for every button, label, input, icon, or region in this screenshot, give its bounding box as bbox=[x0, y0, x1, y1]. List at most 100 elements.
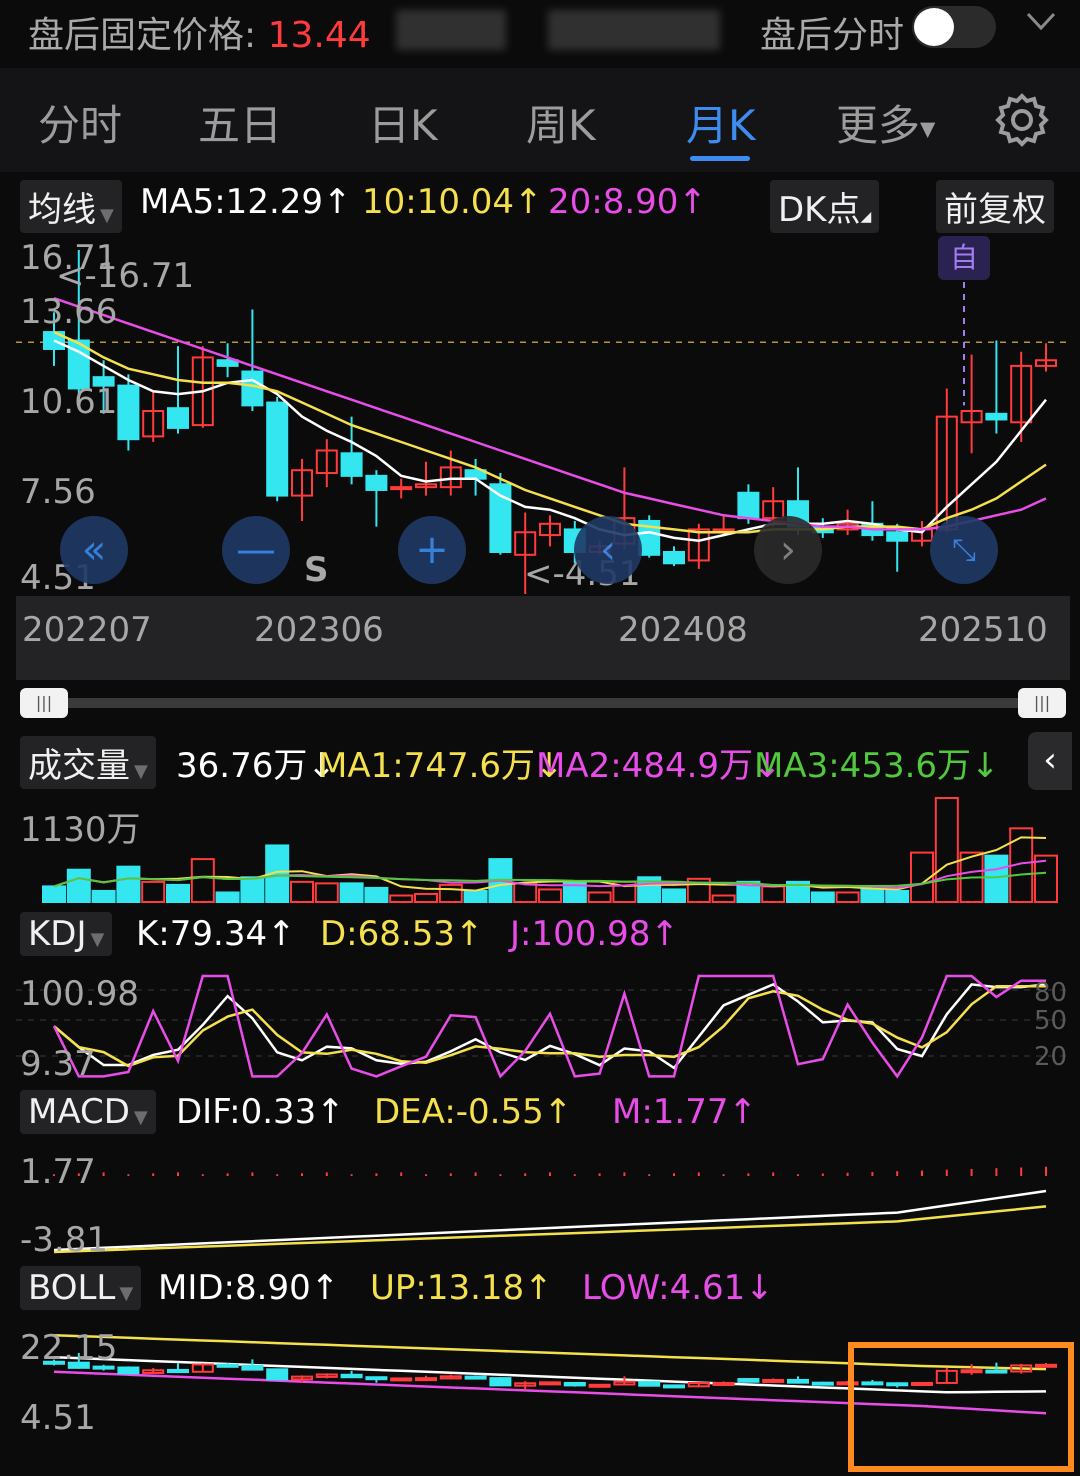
dk-point-button[interactable]: DK点◢ bbox=[770, 180, 880, 233]
gear-icon[interactable] bbox=[994, 92, 1050, 148]
volume-chart[interactable] bbox=[16, 794, 1070, 904]
kdj-selector[interactable]: KDJ ▼ bbox=[20, 912, 113, 956]
forward-adjust-button[interactable]: 前复权 bbox=[936, 180, 1054, 233]
volume-bar bbox=[190, 858, 215, 903]
time-axis bbox=[16, 596, 1070, 680]
toggle-knob bbox=[914, 8, 954, 46]
period-tabs: 分时 五日 日K 周K 月K 更多▼ bbox=[0, 68, 1080, 172]
left-scroll-handle[interactable]: ||| bbox=[20, 688, 68, 718]
boll-candle-body bbox=[365, 1376, 388, 1381]
volume-panel[interactable]: 1130万 bbox=[16, 794, 1070, 904]
boll-selector[interactable]: BOLL ▼ bbox=[20, 1266, 142, 1310]
boll-candle-body bbox=[340, 1373, 363, 1379]
boll-candle-body bbox=[390, 1377, 413, 1382]
boll-candle-body bbox=[712, 1381, 735, 1386]
candle-body bbox=[167, 407, 189, 429]
volume-bar bbox=[240, 876, 265, 904]
self-select-marker[interactable]: 自 bbox=[938, 236, 990, 280]
caret-down-icon: ▼ bbox=[90, 929, 105, 950]
macd-selector[interactable]: MACD ▼ bbox=[20, 1090, 156, 1134]
blurred-region bbox=[548, 10, 720, 50]
y-tick-label: 13.66 bbox=[20, 292, 118, 332]
corner-triangle-icon: ◢ bbox=[860, 209, 872, 225]
volume-ma1-line bbox=[53, 836, 1047, 892]
ma-selector[interactable]: 均线 ▼ bbox=[20, 180, 122, 233]
boll-candle-body bbox=[787, 1378, 809, 1384]
volume-ma2-text: MA2:484.9万 bbox=[536, 746, 754, 786]
boll-mid-text: MID:8.90 bbox=[158, 1268, 311, 1308]
tab-five-day[interactable]: 五日 bbox=[198, 92, 282, 153]
y-tick-label: 22.15 bbox=[20, 1328, 118, 1368]
y-tick-label: 10.61 bbox=[20, 382, 118, 422]
candle-body bbox=[737, 491, 760, 520]
kline-panel[interactable]: 16.71 13.66 10.61 7.56 4.51 <-16.71 <-4.… bbox=[16, 236, 1070, 680]
volume-value-text: 36.76万 bbox=[176, 746, 308, 786]
volume-bar bbox=[314, 882, 339, 904]
kdj-j: J:100.98↑ bbox=[510, 914, 679, 954]
volume-bar bbox=[761, 885, 786, 904]
macd-selector-label: MACD bbox=[28, 1092, 130, 1132]
y-tick-label: 1130万 bbox=[20, 810, 141, 850]
ma-header: 均线 ▼ MA5:12.29↑ 10:10.04↑ 20:8.90↑ DK点◢ 前… bbox=[0, 176, 1080, 234]
candle-body bbox=[340, 452, 363, 477]
zoom-out-icon[interactable]: — bbox=[222, 516, 290, 584]
sell-signal-marker: S bbox=[304, 550, 329, 590]
after-hours-price-value: 13.44 bbox=[267, 15, 371, 56]
x-tick-label: 202207 bbox=[22, 610, 152, 650]
prev-icon[interactable]: ‹ bbox=[574, 516, 642, 584]
tab-daily-k[interactable]: 日K bbox=[368, 92, 438, 153]
kdj-chart[interactable] bbox=[16, 968, 1070, 1082]
tab-more[interactable]: 更多▼ bbox=[836, 92, 935, 153]
level-label: 80 bbox=[1034, 978, 1068, 1008]
range-scrollbar[interactable]: ||| ||| bbox=[20, 686, 1068, 720]
expand-icon[interactable]: ⤡ bbox=[930, 516, 998, 584]
boll-candle-body bbox=[464, 1375, 487, 1380]
tab-weekly-k[interactable]: 周K bbox=[526, 92, 596, 153]
volume-bar bbox=[463, 889, 488, 903]
volume-header: 成交量 ▼ 36.76万↓ MA1:747.6万↓ MA2:484.9万↓ MA3… bbox=[0, 732, 1080, 790]
volume-bar bbox=[513, 882, 538, 904]
volume-bar bbox=[934, 797, 959, 903]
tab-monthly-k[interactable]: 月K bbox=[686, 92, 756, 153]
collapse-panel-icon[interactable]: ‹ bbox=[1028, 732, 1072, 790]
boll-header: BOLL ▼ MID:8.90↑ UP:13.18↑ LOW:4.61↓ bbox=[0, 1262, 1080, 1320]
caret-down-icon: ▼ bbox=[133, 1107, 148, 1128]
boll-candle-body bbox=[415, 1377, 437, 1382]
volume-bar bbox=[91, 889, 116, 903]
ma5-text: MA5:12.29 bbox=[140, 182, 324, 222]
ma-selector-label: 均线 bbox=[28, 190, 96, 230]
tab-intraday[interactable]: 分时 bbox=[38, 92, 122, 153]
zoom-in-icon[interactable]: + bbox=[398, 516, 466, 584]
kdj-d: D:68.53↑ bbox=[320, 914, 484, 954]
volume-bar bbox=[810, 891, 835, 903]
y-tick-label: -3.81 bbox=[20, 1220, 108, 1260]
x-tick-label: 202408 bbox=[618, 610, 748, 650]
candle-body bbox=[390, 486, 413, 491]
right-scroll-handle[interactable]: ||| bbox=[1018, 688, 1066, 718]
boll-candle-body bbox=[663, 1384, 685, 1389]
ma5-value: MA5:12.29↑ bbox=[140, 182, 352, 222]
rewind-icon[interactable]: « bbox=[60, 516, 128, 584]
volume-ma1: MA1:747.6万↓ bbox=[318, 746, 564, 786]
volume-selector[interactable]: 成交量 ▼ bbox=[20, 736, 156, 789]
boll-candle-body bbox=[762, 1378, 785, 1383]
next-icon[interactable]: › bbox=[754, 516, 822, 584]
macd-chart[interactable] bbox=[16, 1146, 1070, 1258]
macd-panel[interactable]: 1.77 -3.81 bbox=[16, 1146, 1070, 1260]
chevron-down-icon[interactable] bbox=[1024, 4, 1058, 47]
volume-bar bbox=[711, 894, 736, 903]
volume-bar bbox=[66, 868, 91, 903]
after-hours-toggle[interactable] bbox=[912, 6, 996, 48]
scroll-track[interactable] bbox=[50, 698, 1040, 708]
y-tick-label: 100.98 bbox=[20, 974, 139, 1014]
kdj-panel[interactable]: 100.98 9.37 80 50 20 bbox=[16, 968, 1070, 1084]
boll-candle-body bbox=[489, 1377, 512, 1387]
caret-down-icon: ▼ bbox=[100, 205, 114, 226]
boll-mid: MID:8.90↑ bbox=[158, 1268, 340, 1308]
after-hours-price-label: 盘后固定价格: bbox=[28, 15, 257, 56]
max-price-marker: <-16.71 bbox=[56, 256, 195, 296]
boll-candle-body bbox=[216, 1363, 239, 1368]
ma10-text: 10:10.04 bbox=[362, 182, 515, 222]
ma20-text: 20:8.90 bbox=[548, 182, 679, 222]
caret-down-icon: ▼ bbox=[134, 761, 148, 782]
